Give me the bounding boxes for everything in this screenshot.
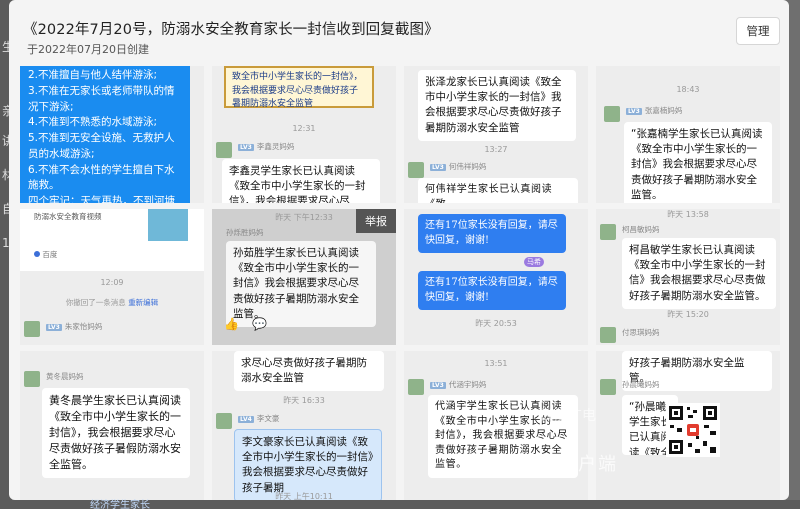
- sender-tag: 马希: [524, 257, 544, 267]
- sender-name: LV3 李鑫灵妈妈: [238, 142, 295, 151]
- avatar: [216, 413, 232, 429]
- like-icon[interactable]: 👍: [224, 317, 239, 331]
- screenshot-thumbnail[interactable]: 还有17位家长没有回复，请尽快回复，谢谢! 马希 还有17位家长没有回复，请尽快…: [404, 209, 588, 345]
- screenshot-thumbnail[interactable]: 2.不准擅自与他人结伴游泳; 3.不准在无家长或老师带队的情况下游泳; 4.不准…: [20, 66, 204, 203]
- dialog-title: 《2022年7月20号，防溺水安全教育家长一封信收到回复截图》: [23, 22, 439, 38]
- screenshot-thumbnail[interactable]: 昨天 13:58 柯昌敏妈妈 柯昌敏学生家长已认真阅读《致全市中小学生家长的一封…: [596, 209, 780, 345]
- backdrop-bottom-text: 经济学生家长: [90, 500, 150, 509]
- video-card: 防溺水安全教育视频 百度: [20, 209, 204, 271]
- sender-name: LV3 张嘉楠妈妈: [626, 106, 683, 115]
- baidu-icon: [34, 251, 40, 257]
- message-bubble: 李鑫灵学生家长已认真阅读《致全市中小学生家长的一封信》，我会根据要求尽心尽: [222, 159, 380, 203]
- avatar: [24, 321, 40, 337]
- video-thumbnail: [148, 209, 188, 241]
- screenshot-thumbnail[interactable]: 13:51 LV3 代涵宇妈妈 代涵宇学生家长已认真阅读《致全市中小学生家长的一封…: [404, 351, 588, 500]
- sender-name: 孙晨曦妈妈: [622, 380, 660, 389]
- message-time: 13:27: [484, 145, 508, 154]
- video-source: 百度: [34, 249, 57, 260]
- message-bubble: 求尽心尽责做好孩子暑期防溺水安全监管: [234, 351, 384, 392]
- qr-code: [666, 403, 720, 457]
- message-bubble: 张泽龙家长已认真阅读《致全市中小学生家长的一封信》我会根据要求尽心尽责做好孩子暑…: [418, 70, 576, 141]
- message-bubble: 还有17位家长没有回复，请尽快回复，谢谢!: [418, 214, 566, 253]
- recall-notice: 你撤回了一条消息 重新编辑: [65, 298, 159, 307]
- message-time: 12:31: [292, 124, 316, 133]
- created-date: 于2022年07月20日创建: [27, 43, 149, 56]
- sender-name: 柯昌敏妈妈: [622, 225, 660, 234]
- avatar: [408, 379, 424, 395]
- screenshot-thumbnail[interactable]: 防溺水安全教育视频 百度 12:09 你撤回了一条消息 重新编辑 LV3 朱家怡妈…: [20, 209, 204, 345]
- sender-name: LV3 代涵宇妈妈: [430, 380, 487, 389]
- sender-name: 付思琪妈妈: [622, 328, 660, 337]
- manage-button[interactable]: 管理: [736, 17, 780, 45]
- message-time: 昨天 下午12:33: [275, 213, 333, 222]
- message-bubble: 黄冬晨学生家长已认真阅读《致全市中小学生家长的一封信》，我会根据要求尽心尽责做好…: [42, 388, 190, 478]
- recall-edit-link[interactable]: 重新编辑: [128, 298, 158, 307]
- screenshot-thumbnail[interactable]: 举报 昨天 下午12:33 孙烁胜妈妈 孙茹胜学生家长已认真阅读《致全市中小学生…: [212, 209, 396, 345]
- message-bubble: 还有17位家长没有回复，请尽快回复，谢谢!: [418, 271, 566, 310]
- message-time: 18:43: [676, 85, 700, 94]
- watermark-brand: 武汉广电: [540, 408, 596, 424]
- comment-icon[interactable]: 💬: [252, 317, 267, 331]
- message-bubble: 何伟祥学生家长已认真阅读《致: [418, 178, 578, 203]
- message-bubble: 柯昌敏学生家长已认真阅读《致全市中小学生家长的一封信》我会根据要求尽心尽责做好孩…: [622, 238, 776, 309]
- message-time: 昨天 15:20: [667, 310, 709, 319]
- sender-name: 孙烁胜妈妈: [226, 228, 264, 237]
- avatar: [600, 379, 616, 395]
- message-bubble: 孙茹胜学生家长已认真阅读《致全市中小学生家长的一封信》我会根据要求尽心尽责做好孩…: [226, 241, 376, 328]
- sender-name: LV3 何伟祥妈妈: [430, 162, 487, 171]
- avatar: [24, 371, 40, 387]
- safety-notice-text: 2.不准擅自与他人结伴游泳; 3.不准在无家长或老师带队的情况下游泳; 4.不准…: [20, 66, 190, 203]
- screenshot-thumbnail[interactable]: 张泽龙家长已认真阅读《致全市中小学生家长的一封信》我会根据要求尽心尽责做好孩子暑…: [404, 66, 588, 203]
- message-time: 12:09: [100, 278, 124, 287]
- message-time: 昨天 上午10:11: [275, 492, 333, 500]
- avatar: [600, 224, 616, 240]
- avatar: [604, 106, 620, 122]
- message-time: 昨天 13:58: [667, 210, 709, 219]
- avatar: [216, 142, 232, 158]
- watermark-app: 客户端: [558, 454, 618, 475]
- message-time: 昨天 16:33: [283, 396, 325, 405]
- screenshot-thumbnail[interactable]: 黄冬晨妈妈 黄冬晨学生家长已认真阅读《致全市中小学生家长的一封信》，我会根据要求…: [20, 351, 204, 500]
- message-bubble: 李文豪家长已认真阅读《致全市中小学生家长的一封信》我会根据要求尽心尽责做好孩子暑…: [234, 429, 382, 500]
- letter-card: 致全市中小学生家长的一封信》，我会根据要求尽心尽责做好孩子暑期防溺水安全监管: [224, 66, 374, 109]
- message-time: 昨天 20:53: [475, 319, 517, 328]
- message-bubble: “张嘉楠学生家长已认真阅读《致全市中小学生家长的一封信》我会根据要求尽心尽责做好…: [624, 122, 772, 203]
- sender-name: LV3 朱家怡妈妈: [46, 322, 103, 331]
- screenshot-thumbnail[interactable]: 18:43 LV3 张嘉楠妈妈 “张嘉楠学生家长已认真阅读《致全市中小学生家长的一…: [596, 66, 780, 203]
- dialog-header: 《2022年7月20号，防溺水安全教育家长一封信收到回复截图》 于2022年07…: [9, 0, 789, 66]
- video-title: 防溺水安全教育视频: [34, 212, 102, 221]
- sender-name: LV4 李文豪: [238, 414, 280, 423]
- screenshot-thumbnail[interactable]: 求尽心尽责做好孩子暑期防溺水安全监管 昨天 16:33 LV4 李文豪 李文豪家长…: [212, 351, 396, 500]
- screenshot-thumbnail[interactable]: 致全市中小学生家长的一封信》，我会根据要求尽心尽责做好孩子暑期防溺水安全监管 1…: [212, 66, 396, 203]
- sender-name: 黄冬晨妈妈: [46, 372, 84, 381]
- message-time: 13:51: [484, 359, 508, 368]
- avatar: [408, 162, 424, 178]
- avatar: [600, 327, 616, 343]
